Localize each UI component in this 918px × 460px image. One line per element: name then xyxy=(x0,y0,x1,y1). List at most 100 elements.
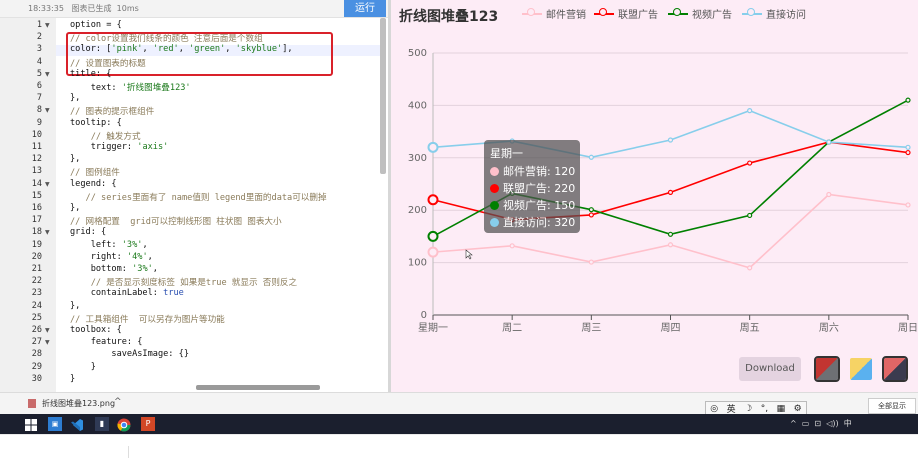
line-chart[interactable]: 0100200300400500星期一 周二 周三 周四 周五 周六 周日 xyxy=(391,0,918,392)
moon-icon[interactable]: ☽ xyxy=(744,404,752,414)
taskbar-app-icon[interactable]: ▮ xyxy=(95,417,109,431)
data-point[interactable] xyxy=(588,154,594,160)
code-token: text: xyxy=(70,83,122,93)
data-point[interactable] xyxy=(427,230,439,242)
data-point[interactable] xyxy=(667,137,674,143)
data-point[interactable] xyxy=(905,202,911,208)
code-line[interactable]: tooltip: { xyxy=(70,118,122,128)
code-line[interactable]: saveAsImage: {} xyxy=(70,349,189,359)
code-line[interactable]: // color设置我们线条的颜色 注意后面是个数组 xyxy=(70,32,263,44)
code-line[interactable]: // 触发方式 xyxy=(70,130,141,142)
chevron-up-icon[interactable]: ^ xyxy=(114,397,122,407)
data-point[interactable] xyxy=(747,108,753,114)
legend-item[interactable]: 联盟广告 xyxy=(594,6,658,21)
downloaded-file-name[interactable]: 折线图堆叠123.png xyxy=(42,398,115,409)
code-line[interactable]: // 图表的提示框组件 xyxy=(70,105,154,117)
code-line[interactable]: option = { xyxy=(70,20,122,30)
data-point[interactable] xyxy=(427,141,439,153)
data-point[interactable] xyxy=(905,149,911,156)
data-point[interactable] xyxy=(588,207,594,213)
y-tick-label: 200 xyxy=(408,205,427,216)
code-token: , xyxy=(225,44,236,55)
punctuation-toggle[interactable]: °, xyxy=(761,404,768,414)
y-tick-label: 300 xyxy=(408,153,427,164)
show-all-button[interactable]: 全部显示 xyxy=(868,398,916,414)
system-tray[interactable]: ^ ▭ ⊡ ◁)) 中 xyxy=(790,418,852,429)
data-point[interactable] xyxy=(905,144,911,150)
line-number: 3 xyxy=(36,44,42,55)
chrome-icon[interactable] xyxy=(117,417,131,432)
line-number: 22 xyxy=(31,276,42,287)
code-line[interactable]: title: { xyxy=(70,69,111,79)
data-point[interactable] xyxy=(826,191,832,198)
data-point[interactable] xyxy=(905,97,911,103)
line-number: 13 xyxy=(31,166,42,177)
code-line[interactable]: grid: { xyxy=(70,227,106,237)
data-point[interactable] xyxy=(667,231,674,237)
code-line[interactable]: // 网格配置 grid可以控制线形图 柱状图 图表大小 xyxy=(70,215,282,227)
data-point[interactable] xyxy=(826,139,832,145)
code-line[interactable]: bottom: '3%', xyxy=(70,264,158,274)
code-line[interactable]: } xyxy=(70,362,96,372)
code-editor[interactable]: 18:33:35 图表已生成 10ms 1 ▼ 2 3 4 5 ▼ 6 7 8 ▼ 9 10 11 12 13… xyxy=(0,0,388,392)
data-point[interactable] xyxy=(747,160,753,166)
code-line[interactable]: toolbox: { xyxy=(70,325,122,335)
line-number: 19 xyxy=(31,239,42,250)
data-point[interactable] xyxy=(427,246,439,258)
data-point[interactable] xyxy=(667,189,674,195)
data-point[interactable] xyxy=(588,212,594,218)
code-line[interactable]: // 设置图表的标题 xyxy=(70,57,146,69)
theme-swatch-button[interactable] xyxy=(814,356,840,382)
fold-arrow-icon[interactable]: ▼ xyxy=(45,107,50,114)
code-line[interactable]: // 工具箱组件 可以另存为图片等功能 xyxy=(70,313,225,325)
gear-icon[interactable]: ⚙ xyxy=(794,404,802,414)
data-point[interactable] xyxy=(509,243,515,249)
code-line[interactable]: // 图例组件 xyxy=(70,166,120,178)
code-line[interactable]: }, xyxy=(70,301,80,311)
data-point[interactable] xyxy=(588,259,594,265)
code-line[interactable]: }, xyxy=(70,93,80,103)
code-line[interactable]: text: '折线图堆叠123' xyxy=(70,81,191,93)
ime-logo-icon[interactable]: ◎ xyxy=(710,404,718,414)
code-line[interactable]: legend: { xyxy=(70,179,117,189)
code-line[interactable]: trigger: 'axis' xyxy=(70,142,169,152)
legend-item[interactable]: 邮件营销 xyxy=(522,6,586,21)
legend-marker-icon xyxy=(594,8,614,18)
legend-item[interactable]: 直接访问 xyxy=(742,6,806,21)
taskbar-app-icon[interactable]: ▣ xyxy=(48,417,62,431)
horizontal-scrollbar[interactable] xyxy=(196,385,320,390)
theme-swatch-button[interactable] xyxy=(850,358,872,380)
code-line[interactable]: }, xyxy=(70,154,80,164)
theme-swatch-button[interactable] xyxy=(882,356,908,382)
code-token: 'green' xyxy=(189,44,226,55)
code-line[interactable]: containLabel: true xyxy=(70,288,184,298)
code-token: left: xyxy=(70,239,122,250)
fold-arrow-icon[interactable]: ▼ xyxy=(45,181,50,188)
vscode-icon[interactable] xyxy=(70,417,84,431)
data-point[interactable] xyxy=(427,194,439,206)
data-point[interactable] xyxy=(667,242,674,248)
windows-start-icon[interactable] xyxy=(24,417,38,431)
fold-arrow-icon[interactable]: ▼ xyxy=(45,22,50,29)
fold-arrow-icon[interactable]: ▼ xyxy=(45,339,50,346)
code-token: '折线图堆叠123' xyxy=(121,83,191,93)
code-line[interactable]: feature: { xyxy=(70,337,143,347)
code-line[interactable]: left: '3%', xyxy=(70,240,148,250)
fold-arrow-icon[interactable]: ▼ xyxy=(45,71,50,78)
run-button[interactable]: 运行 xyxy=(344,0,386,17)
fold-arrow-icon[interactable]: ▼ xyxy=(45,327,50,334)
fold-arrow-icon[interactable]: ▼ xyxy=(45,229,50,236)
data-point[interactable] xyxy=(747,265,753,271)
code-line[interactable]: // 是否显示刻度标签 如果是true 就显示 否则反之 xyxy=(70,276,297,288)
data-point[interactable] xyxy=(747,212,753,219)
code-line[interactable]: // series里面有了 name值则 legend里面的data可以删掉 xyxy=(70,191,327,203)
code-line[interactable]: right: '4%', xyxy=(70,252,153,262)
code-line[interactable]: color: ['pink', 'red', 'green', 'skyblue… xyxy=(70,44,293,54)
powerpoint-icon[interactable]: P xyxy=(141,417,155,431)
vertical-scrollbar[interactable] xyxy=(380,18,386,174)
legend-item[interactable]: 视频广告 xyxy=(668,6,732,21)
code-line[interactable]: }, xyxy=(70,203,80,213)
keyboard-icon[interactable]: ▦ xyxy=(777,404,786,414)
download-button[interactable]: Download xyxy=(739,357,801,381)
code-line[interactable]: } xyxy=(70,374,75,384)
